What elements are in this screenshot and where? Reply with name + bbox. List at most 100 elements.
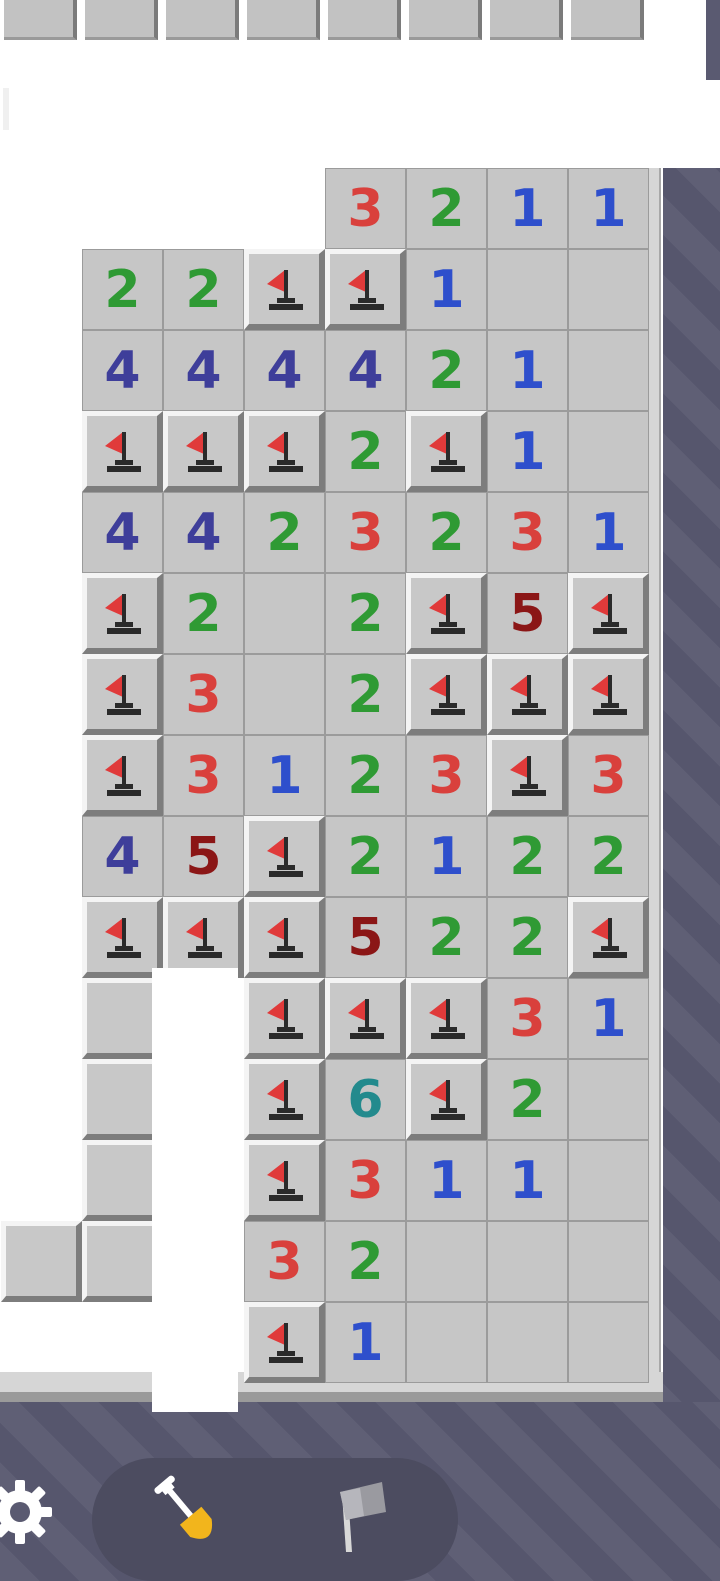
- unopened-tile[interactable]: [490, 0, 563, 40]
- flagged-tile[interactable]: [244, 411, 325, 492]
- flagged-tile[interactable]: [568, 897, 649, 978]
- number-tile[interactable]: 2: [325, 1221, 406, 1302]
- number-tile[interactable]: 2: [163, 573, 244, 654]
- number-tile[interactable]: 1: [487, 1140, 568, 1221]
- unopened-tile[interactable]: [247, 0, 320, 40]
- unopened-tile[interactable]: [166, 0, 239, 40]
- flagged-tile[interactable]: [244, 978, 325, 1059]
- flagged-tile[interactable]: [82, 654, 163, 735]
- unopened-tile[interactable]: [4, 0, 77, 40]
- unopened-tile[interactable]: [82, 978, 163, 1059]
- flagged-tile[interactable]: [244, 816, 325, 897]
- unopened-tile[interactable]: [85, 0, 158, 40]
- empty-tile[interactable]: [487, 1221, 568, 1302]
- number-tile[interactable]: 1: [487, 168, 568, 249]
- empty-tile[interactable]: [568, 411, 649, 492]
- number-tile[interactable]: 5: [325, 897, 406, 978]
- flagged-tile[interactable]: [406, 573, 487, 654]
- number-tile[interactable]: 3: [163, 654, 244, 735]
- flagged-tile[interactable]: [487, 735, 568, 816]
- dig-tool-button[interactable]: [150, 1470, 230, 1560]
- flagged-tile[interactable]: [244, 897, 325, 978]
- number-tile[interactable]: 3: [325, 168, 406, 249]
- number-tile[interactable]: 4: [244, 330, 325, 411]
- number-tile[interactable]: 3: [163, 735, 244, 816]
- settings-button[interactable]: [0, 1478, 62, 1546]
- number-tile[interactable]: 2: [406, 168, 487, 249]
- empty-tile[interactable]: [568, 249, 649, 330]
- number-tile[interactable]: 1: [568, 492, 649, 573]
- number-tile[interactable]: 4: [163, 492, 244, 573]
- number-tile[interactable]: 3: [325, 492, 406, 573]
- flagged-tile[interactable]: [244, 1059, 325, 1140]
- empty-tile[interactable]: [487, 1302, 568, 1383]
- number-tile[interactable]: 2: [82, 249, 163, 330]
- flagged-tile[interactable]: [406, 654, 487, 735]
- number-tile[interactable]: 2: [568, 816, 649, 897]
- empty-tile[interactable]: [568, 1302, 649, 1383]
- number-tile[interactable]: 1: [406, 249, 487, 330]
- flagged-tile[interactable]: [325, 978, 406, 1059]
- number-tile[interactable]: 4: [82, 330, 163, 411]
- empty-tile[interactable]: [244, 654, 325, 735]
- number-tile[interactable]: 4: [163, 330, 244, 411]
- empty-tile[interactable]: [568, 1059, 649, 1140]
- number-tile[interactable]: 3: [406, 735, 487, 816]
- flagged-tile[interactable]: [244, 1140, 325, 1221]
- unopened-tile[interactable]: [328, 0, 401, 40]
- flagged-tile[interactable]: [406, 1059, 487, 1140]
- number-tile[interactable]: 2: [325, 654, 406, 735]
- flagged-tile[interactable]: [406, 978, 487, 1059]
- flag-tool-button[interactable]: [330, 1474, 394, 1558]
- unopened-tile[interactable]: [82, 1059, 163, 1140]
- number-tile[interactable]: 2: [163, 249, 244, 330]
- empty-tile[interactable]: [568, 330, 649, 411]
- number-tile[interactable]: 5: [163, 816, 244, 897]
- number-tile[interactable]: 1: [568, 978, 649, 1059]
- number-tile[interactable]: 2: [325, 735, 406, 816]
- number-tile[interactable]: 4: [325, 330, 406, 411]
- flagged-tile[interactable]: [568, 654, 649, 735]
- number-tile[interactable]: 2: [406, 492, 487, 573]
- number-tile[interactable]: 3: [244, 1221, 325, 1302]
- unopened-tile[interactable]: [571, 0, 644, 40]
- flagged-tile[interactable]: [82, 735, 163, 816]
- flagged-tile[interactable]: [163, 411, 244, 492]
- number-tile[interactable]: 2: [325, 411, 406, 492]
- empty-tile[interactable]: [244, 573, 325, 654]
- number-tile[interactable]: 2: [487, 1059, 568, 1140]
- number-tile[interactable]: 1: [406, 1140, 487, 1221]
- flagged-tile[interactable]: [244, 1302, 325, 1383]
- flagged-tile[interactable]: [406, 411, 487, 492]
- number-tile[interactable]: 1: [406, 816, 487, 897]
- number-tile[interactable]: 3: [487, 978, 568, 1059]
- number-tile[interactable]: 2: [325, 573, 406, 654]
- number-tile[interactable]: 2: [406, 330, 487, 411]
- unopened-tile[interactable]: [82, 1140, 163, 1221]
- flagged-tile[interactable]: [325, 249, 406, 330]
- number-tile[interactable]: 2: [487, 897, 568, 978]
- empty-tile[interactable]: [487, 249, 568, 330]
- number-tile[interactable]: 6: [325, 1059, 406, 1140]
- number-tile[interactable]: 4: [82, 816, 163, 897]
- empty-tile[interactable]: [568, 1221, 649, 1302]
- number-tile[interactable]: 4: [82, 492, 163, 573]
- number-tile[interactable]: 3: [568, 735, 649, 816]
- unopened-tile[interactable]: [82, 1221, 163, 1302]
- empty-tile[interactable]: [406, 1302, 487, 1383]
- number-tile[interactable]: 5: [487, 573, 568, 654]
- unopened-tile[interactable]: [409, 0, 482, 40]
- flagged-tile[interactable]: [82, 573, 163, 654]
- number-tile[interactable]: 2: [325, 816, 406, 897]
- number-tile[interactable]: 3: [487, 492, 568, 573]
- number-tile[interactable]: 1: [487, 330, 568, 411]
- number-tile[interactable]: 1: [568, 168, 649, 249]
- number-tile[interactable]: 2: [487, 816, 568, 897]
- flagged-tile[interactable]: [487, 654, 568, 735]
- flagged-tile[interactable]: [82, 897, 163, 978]
- number-tile[interactable]: 1: [244, 735, 325, 816]
- number-tile[interactable]: 2: [244, 492, 325, 573]
- number-tile[interactable]: 2: [406, 897, 487, 978]
- unopened-tile[interactable]: [1, 1221, 82, 1302]
- empty-tile[interactable]: [568, 1140, 649, 1221]
